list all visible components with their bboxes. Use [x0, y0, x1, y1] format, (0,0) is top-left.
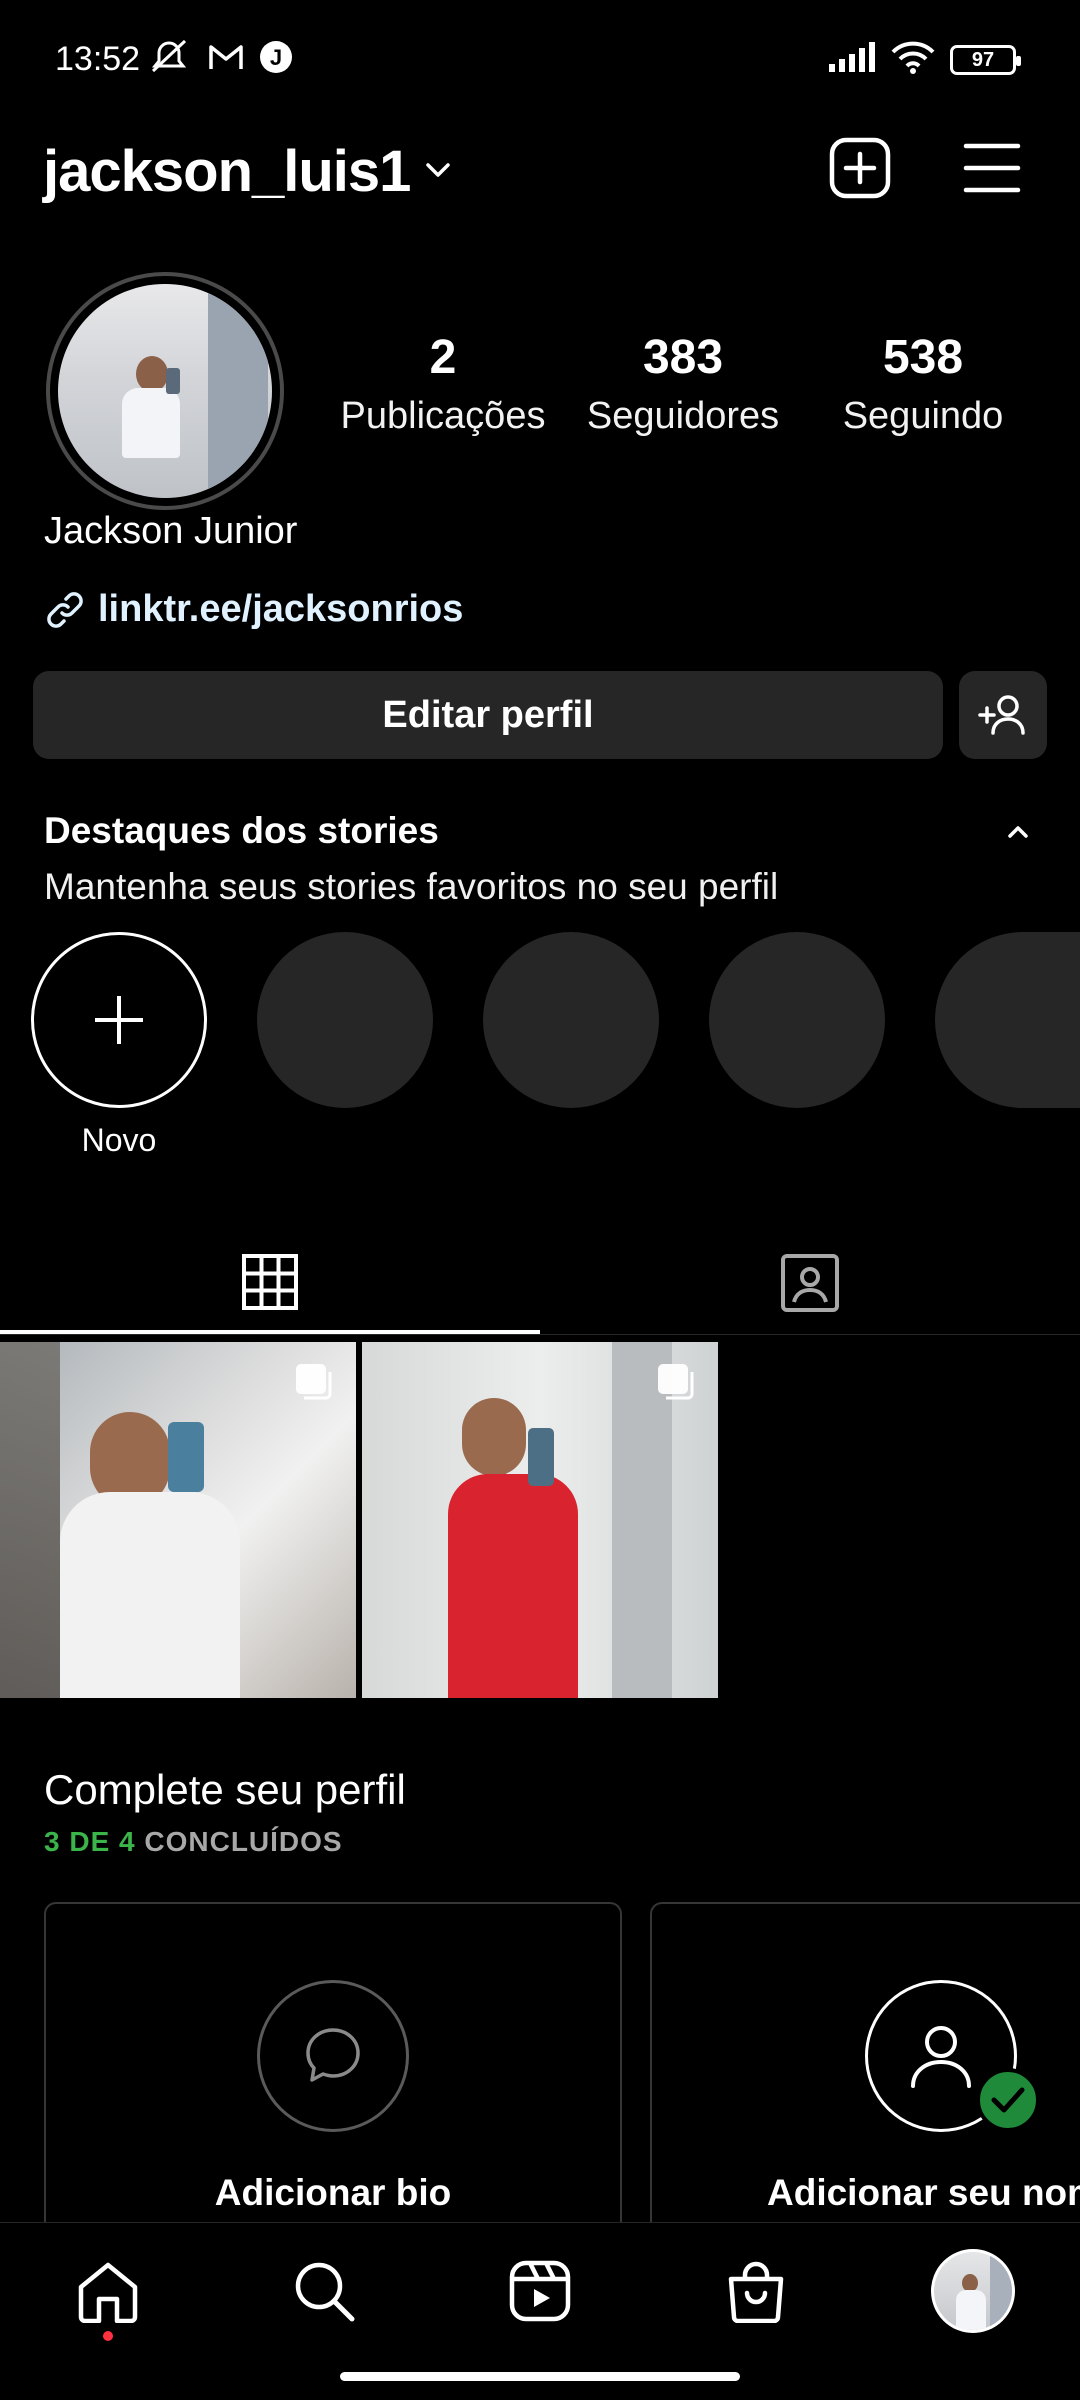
posts-count-label: Publicações	[340, 395, 546, 437]
highlights-subtitle: Mantenha seus stories favoritos no seu p…	[44, 866, 779, 907]
following-count-label: Seguindo	[842, 395, 1004, 437]
add-name-card[interactable]: Adicionar seu nome	[650, 1902, 1080, 2222]
tagged-person-icon	[781, 1254, 839, 1312]
tab-posts-grid[interactable]	[0, 1230, 540, 1334]
menu-button[interactable]	[956, 132, 1028, 204]
progress-count: 3 DE 4	[44, 1826, 136, 1857]
new-highlight-button[interactable]	[31, 932, 207, 1108]
svg-text:J: J	[270, 45, 282, 70]
bio-link[interactable]: linktr.ee/jacksonrios	[44, 588, 463, 631]
discover-people-button[interactable]	[959, 671, 1047, 759]
posts-count[interactable]: 2 Publicações	[333, 330, 553, 438]
home-icon[interactable]	[68, 2251, 148, 2331]
signal-icon	[826, 40, 878, 74]
post-thumbnail[interactable]	[0, 1342, 356, 1698]
account-username[interactable]: jackson_luis1	[43, 138, 411, 205]
checkmark-icon	[976, 2068, 1040, 2132]
highlight-placeholder	[709, 932, 885, 1108]
followers-count-label: Seguidores	[586, 395, 780, 437]
followers-count-value: 383	[642, 331, 724, 384]
complete-profile-progress: 3 DE 4 CONCLUÍDOS	[44, 1826, 343, 1858]
chevron-up-icon[interactable]	[998, 812, 1038, 852]
chevron-down-icon[interactable]	[418, 150, 458, 190]
tab-divider	[0, 1334, 1080, 1335]
mute-icon	[148, 39, 190, 74]
multiple-photos-icon	[296, 1364, 332, 1400]
following-count-value: 538	[882, 331, 964, 384]
plus-icon	[95, 996, 143, 1044]
profile-avatar[interactable]	[46, 272, 284, 510]
add-bio-card[interactable]: Adicionar bio	[44, 1902, 622, 2222]
highlight-placeholder	[257, 932, 433, 1108]
status-time: 13:52	[55, 40, 141, 78]
reels-icon[interactable]	[500, 2251, 580, 2331]
posts-count-value: 2	[429, 331, 457, 384]
multiple-photos-icon	[658, 1364, 694, 1400]
battery-indicator: 97	[950, 45, 1021, 75]
new-highlight-label: Novo	[81, 1122, 157, 1158]
app-notification-icon: J	[256, 40, 296, 74]
bio-link-text: linktr.ee/jacksonrios	[98, 588, 464, 630]
grid-icon	[242, 1254, 298, 1310]
add-bio-label: Adicionar bio	[214, 2172, 452, 2213]
shop-icon[interactable]	[716, 2251, 796, 2331]
profile-photo	[58, 284, 272, 498]
tab-tagged[interactable]	[540, 1230, 1080, 1334]
add-name-label: Adicionar seu nome	[767, 2172, 1080, 2213]
highlights-title: Destaques dos stories	[44, 810, 439, 851]
plus-square-icon	[829, 137, 891, 199]
hamburger-icon	[963, 143, 1021, 193]
profile-tab-avatar[interactable]	[931, 2249, 1015, 2333]
followers-count[interactable]: 383 Seguidores	[573, 330, 793, 438]
full-name: Jackson Junior	[44, 510, 298, 552]
edit-profile-button[interactable]: Editar perfil	[33, 671, 943, 759]
gmail-icon	[206, 40, 246, 74]
highlight-placeholder	[483, 932, 659, 1108]
complete-profile-title: Complete seu perfil	[44, 1766, 406, 1813]
link-icon	[47, 591, 83, 628]
home-indicator[interactable]	[340, 2372, 740, 2381]
speech-bubble-icon	[257, 1980, 409, 2132]
highlight-placeholder	[935, 932, 1080, 1108]
progress-suffix: CONCLUÍDOS	[135, 1826, 343, 1857]
wifi-icon	[888, 40, 938, 74]
add-person-icon	[978, 695, 1025, 735]
following-count[interactable]: 538 Seguindo	[813, 330, 1033, 438]
notification-dot	[103, 2331, 113, 2341]
create-post-button[interactable]	[824, 132, 896, 204]
post-thumbnail[interactable]	[362, 1342, 718, 1698]
search-icon[interactable]	[284, 2251, 364, 2331]
